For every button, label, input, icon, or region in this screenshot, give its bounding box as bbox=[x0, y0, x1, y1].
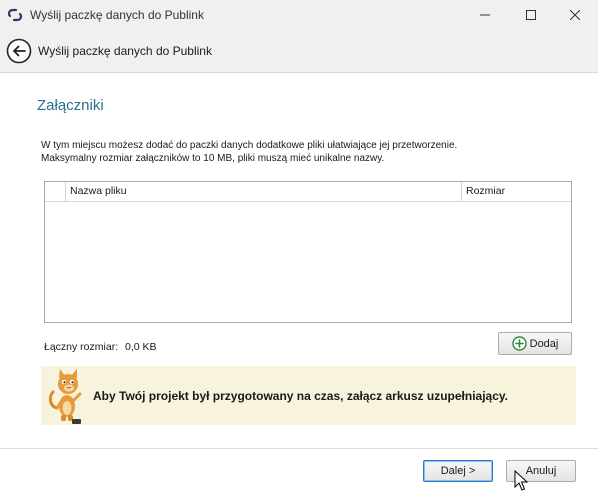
next-button[interactable]: Dalej > bbox=[423, 460, 493, 482]
section-description: W tym miejscu możesz dodać do paczki dan… bbox=[41, 139, 581, 165]
window-title: Wyślij paczkę danych do Publink bbox=[30, 8, 204, 22]
column-header-file-name[interactable]: Nazwa pliku bbox=[66, 182, 462, 201]
notice-banner: Aby Twój projekt był przygotowany na cza… bbox=[41, 366, 576, 425]
add-button-label: Dodaj bbox=[529, 337, 559, 350]
column-header-size[interactable]: Rozmiar bbox=[462, 182, 571, 201]
description-line-1: W tym miejscu możesz dodać do paczki dan… bbox=[41, 140, 458, 151]
footer-divider bbox=[0, 448, 598, 449]
mouse-cursor-icon bbox=[514, 470, 529, 491]
total-size-label: Łączny rozmiar: bbox=[44, 341, 119, 353]
minimize-icon bbox=[480, 14, 490, 16]
plus-circle-icon bbox=[511, 336, 527, 351]
table-header: Nazwa pliku Rozmiar bbox=[45, 182, 571, 202]
add-attachment-button[interactable]: Dodaj bbox=[498, 332, 572, 355]
description-line-2: Maksymalny rozmiar załączników to 10 MB,… bbox=[41, 153, 385, 164]
back-arrow-icon[interactable] bbox=[6, 38, 32, 64]
close-button[interactable] bbox=[552, 0, 598, 30]
section-title: Załączniki bbox=[37, 97, 104, 114]
attachments-table[interactable]: Nazwa pliku Rozmiar bbox=[44, 181, 572, 323]
column-header-select[interactable] bbox=[45, 182, 66, 201]
table-body[interactable] bbox=[45, 202, 571, 322]
maximize-button[interactable] bbox=[508, 0, 554, 30]
close-icon bbox=[570, 10, 580, 20]
wizard-header: Wyślij paczkę danych do Publink bbox=[0, 30, 598, 73]
publink-logo-icon bbox=[7, 8, 23, 22]
cat-mascot-icon bbox=[48, 369, 82, 424]
window-titlebar: Wyślij paczkę danych do Publink bbox=[0, 0, 598, 30]
minimize-button[interactable] bbox=[462, 0, 508, 30]
total-size-value: 0,0 KB bbox=[125, 341, 157, 353]
wizard-header-title: Wyślij paczkę danych do Publink bbox=[38, 44, 212, 58]
notice-text: Aby Twój projekt był przygotowany na cza… bbox=[93, 389, 509, 403]
maximize-icon bbox=[526, 10, 536, 20]
